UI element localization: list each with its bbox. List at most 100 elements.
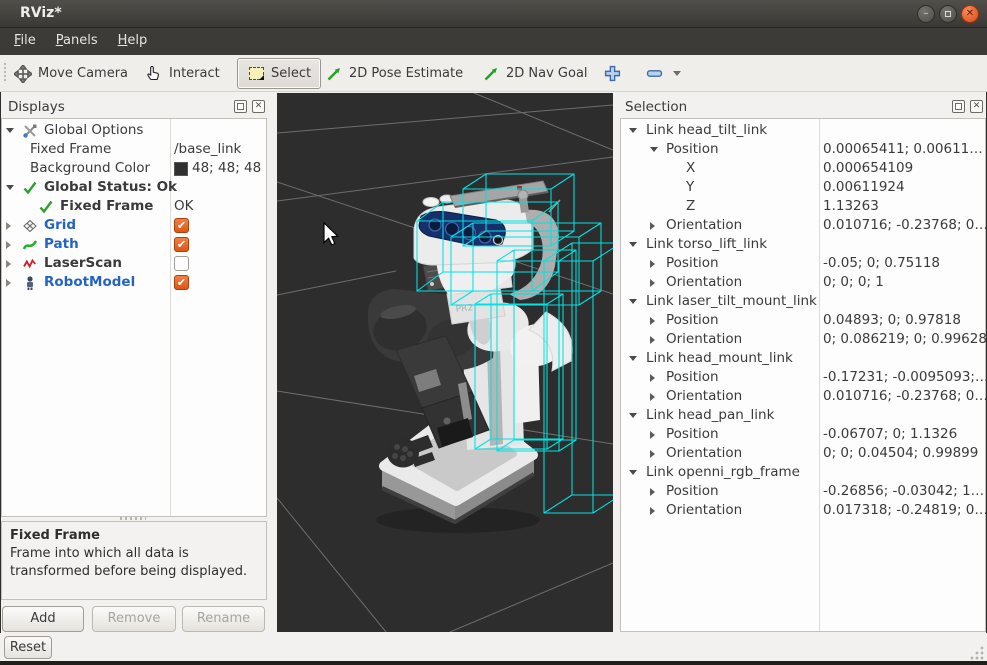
collapse-arrow-icon[interactable] bbox=[6, 185, 14, 190]
displays-row-grid[interactable]: Grid✔ bbox=[2, 216, 266, 235]
close-button[interactable]: ✕ bbox=[961, 5, 979, 23]
expand-arrow-icon[interactable] bbox=[650, 222, 655, 230]
tool-add-tool-plus-icon[interactable] bbox=[603, 55, 621, 92]
reset-button[interactable]: Reset bbox=[4, 636, 52, 659]
selection-row-orientation[interactable]: Orientation0; 0.086219; 0; 0.99628 bbox=[621, 330, 985, 349]
menu-item-file[interactable]: File bbox=[4, 28, 46, 53]
selection-value[interactable]: 0.010716; -0.23768; 0… bbox=[823, 387, 987, 406]
selection-value[interactable]: 0; 0; 0.04504; 0.99899 bbox=[823, 444, 978, 463]
displays-close-icon[interactable] bbox=[252, 100, 265, 113]
rename-button[interactable]: Rename bbox=[182, 606, 265, 632]
enabled-checkbox[interactable]: ✔ bbox=[174, 275, 189, 290]
selection-value[interactable]: -0.17231; -0.0095093;… bbox=[823, 368, 987, 387]
displays-row-robotmodel[interactable]: RobotModel✔ bbox=[2, 273, 266, 292]
collapse-arrow-icon[interactable] bbox=[629, 242, 637, 247]
displays-row-fixed-frame[interactable]: Fixed FrameOK bbox=[2, 197, 266, 216]
selection-row-y[interactable]: Y0.00611924 bbox=[621, 178, 985, 197]
expand-arrow-icon[interactable] bbox=[650, 336, 655, 344]
selection-row-position[interactable]: Position-0.05; 0; 0.75118 bbox=[621, 254, 985, 273]
expand-arrow-icon[interactable] bbox=[6, 279, 11, 287]
selection-value[interactable]: 0; 0.086219; 0; 0.99628 bbox=[823, 330, 987, 349]
tool-2d-pose-estimate[interactable]: 2D Pose Estimate bbox=[325, 55, 463, 92]
resize-grip[interactable] bbox=[970, 646, 984, 660]
tool-interact[interactable]: Interact bbox=[145, 55, 220, 92]
display-value[interactable]: 48; 48; 48 bbox=[192, 159, 261, 178]
selection-value[interactable]: 1.13263 bbox=[823, 197, 879, 216]
tool-move-camera[interactable]: Move Camera bbox=[14, 55, 128, 92]
selection-value[interactable]: -0.06707; 0; 1.1326 bbox=[823, 425, 957, 444]
selection-row-orientation[interactable]: Orientation0.010716; -0.23768; 0… bbox=[621, 387, 985, 406]
selection-value[interactable]: 0.010716; -0.23768; 0… bbox=[823, 216, 987, 235]
displays-row-fixed-frame[interactable]: Fixed Frame/base_link bbox=[2, 140, 266, 159]
selection-value[interactable]: 0.04893; 0; 0.97818 bbox=[823, 311, 961, 330]
selection-value[interactable]: 0.000654109 bbox=[823, 159, 913, 178]
displays-row-global-status-ok[interactable]: Global Status: Ok bbox=[2, 178, 266, 197]
selection-value[interactable]: 0.017318; -0.24819; 0… bbox=[823, 501, 987, 520]
enabled-checkbox[interactable]: ✔ bbox=[174, 218, 189, 233]
expand-arrow-icon[interactable] bbox=[650, 260, 655, 268]
3d-viewport[interactable]: PR2 bbox=[277, 93, 613, 632]
selection-row-link-head-pan-link[interactable]: Link head_pan_link bbox=[621, 406, 985, 425]
selection-row-orientation[interactable]: Orientation0; 0; 0.04504; 0.99899 bbox=[621, 444, 985, 463]
selection-row-link-laser-tilt-mount-link[interactable]: Link laser_tilt_mount_link bbox=[621, 292, 985, 311]
selection-row-link-torso-lift-link[interactable]: Link torso_lift_link bbox=[621, 235, 985, 254]
expand-arrow-icon[interactable] bbox=[650, 374, 655, 382]
toolbar-drag-handle[interactable] bbox=[4, 63, 6, 83]
enabled-checkbox[interactable]: ✔ bbox=[174, 237, 189, 252]
selection-row-position[interactable]: Position-0.26856; -0.03042; 1… bbox=[621, 482, 985, 501]
selection-row-link-openni-rgb-frame[interactable]: Link openni_rgb_frame bbox=[621, 463, 985, 482]
add-button[interactable]: Add bbox=[2, 606, 84, 632]
display-value[interactable]: /base_link bbox=[174, 140, 241, 159]
menu-item-panels[interactable]: Panels bbox=[46, 28, 108, 53]
tool-select[interactable]: Select bbox=[237, 58, 321, 89]
expand-arrow-icon[interactable] bbox=[6, 260, 11, 268]
selection-row-position[interactable]: Position0.00065411; 0.00611… bbox=[621, 140, 985, 159]
displays-splitter[interactable] bbox=[120, 517, 146, 520]
collapse-arrow-icon[interactable] bbox=[629, 356, 637, 361]
displays-row-path[interactable]: Path✔ bbox=[2, 235, 266, 254]
collapse-arrow-icon[interactable] bbox=[629, 299, 637, 304]
displays-row-global-options[interactable]: Global Options bbox=[2, 121, 266, 140]
title-bar[interactable]: RViz* – ✕ bbox=[0, 0, 987, 28]
expand-arrow-icon[interactable] bbox=[650, 393, 655, 401]
selection-undock-icon[interactable] bbox=[952, 100, 965, 113]
collapse-arrow-icon[interactable] bbox=[629, 128, 637, 133]
expand-arrow-icon[interactable] bbox=[650, 279, 655, 287]
expand-arrow-icon[interactable] bbox=[650, 488, 655, 496]
selection-row-orientation[interactable]: Orientation0.010716; -0.23768; 0… bbox=[621, 216, 985, 235]
tool-2d-nav-goal[interactable]: 2D Nav Goal bbox=[482, 55, 588, 92]
menu-item-help[interactable]: Help bbox=[108, 28, 158, 53]
enabled-checkbox[interactable] bbox=[174, 256, 189, 271]
expand-arrow-icon[interactable] bbox=[650, 317, 655, 325]
selection-row-x[interactable]: X0.000654109 bbox=[621, 159, 985, 178]
displays-row-laserscan[interactable]: LaserScan bbox=[2, 254, 266, 273]
collapse-arrow-icon[interactable] bbox=[650, 147, 658, 152]
selection-row-orientation[interactable]: Orientation0; 0; 0; 1 bbox=[621, 273, 985, 292]
selection-value[interactable]: 0; 0; 0; 1 bbox=[823, 273, 884, 292]
selection-row-link-head-tilt-link[interactable]: Link head_tilt_link bbox=[621, 121, 985, 140]
caret-down-icon[interactable] bbox=[673, 71, 681, 76]
selection-close-icon[interactable] bbox=[970, 100, 983, 113]
selection-row-position[interactable]: Position-0.17231; -0.0095093;… bbox=[621, 368, 985, 387]
selection-value[interactable]: -0.05; 0; 0.75118 bbox=[823, 254, 940, 273]
selection-row-z[interactable]: Z1.13263 bbox=[621, 197, 985, 216]
expand-arrow-icon[interactable] bbox=[6, 222, 11, 230]
collapse-arrow-icon[interactable] bbox=[629, 470, 637, 475]
minimize-button[interactable]: – bbox=[917, 5, 935, 23]
expand-arrow-icon[interactable] bbox=[650, 507, 655, 515]
expand-arrow-icon[interactable] bbox=[650, 450, 655, 458]
selection-value[interactable]: -0.26856; -0.03042; 1… bbox=[823, 482, 984, 501]
selection-row-orientation[interactable]: Orientation0.017318; -0.24819; 0… bbox=[621, 501, 985, 520]
collapse-arrow-icon[interactable] bbox=[629, 413, 637, 418]
displays-row-background-color[interactable]: Background Color48; 48; 48 bbox=[2, 159, 266, 178]
selection-row-link-head-mount-link[interactable]: Link head_mount_link bbox=[621, 349, 985, 368]
expand-arrow-icon[interactable] bbox=[650, 431, 655, 439]
expand-arrow-icon[interactable] bbox=[6, 241, 11, 249]
maximize-button[interactable] bbox=[939, 5, 957, 23]
displays-undock-icon[interactable] bbox=[234, 100, 247, 113]
selection-row-position[interactable]: Position0.04893; 0; 0.97818 bbox=[621, 311, 985, 330]
remove-button[interactable]: Remove bbox=[92, 606, 176, 632]
display-value[interactable]: OK bbox=[174, 197, 193, 216]
collapse-arrow-icon[interactable] bbox=[6, 128, 14, 133]
selection-row-position[interactable]: Position-0.06707; 0; 1.1326 bbox=[621, 425, 985, 444]
